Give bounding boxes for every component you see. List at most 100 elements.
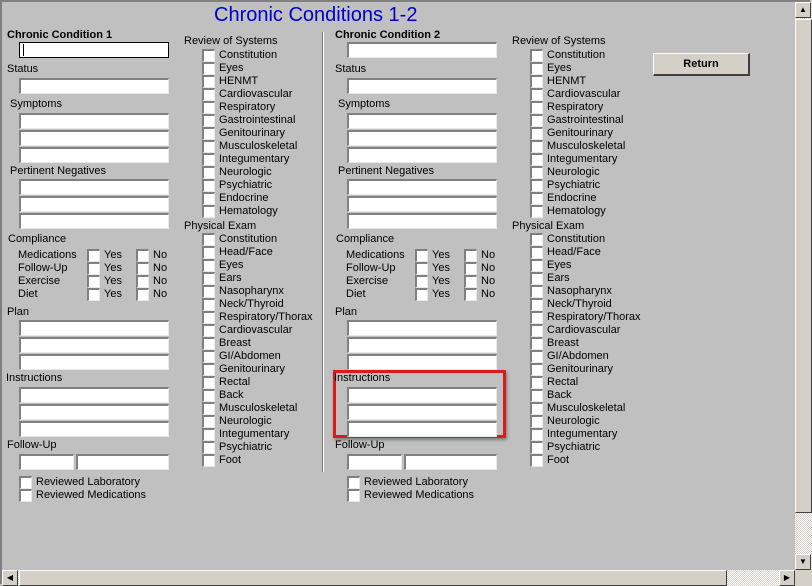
instructions-field-1[interactable]	[19, 387, 169, 403]
checkbox[interactable]	[202, 205, 215, 218]
symptoms-field-3[interactable]	[19, 147, 169, 163]
checkbox[interactable]	[202, 441, 215, 454]
checkbox[interactable]	[530, 441, 543, 454]
follow-up-field-2[interactable]	[76, 454, 169, 470]
checkbox[interactable]	[530, 192, 543, 205]
checkbox[interactable]	[87, 275, 100, 288]
horizontal-scroll-thumb[interactable]	[19, 570, 727, 586]
checkbox[interactable]	[202, 75, 215, 88]
pertinent-negatives-field-3[interactable]	[347, 213, 497, 229]
checkbox[interactable]	[202, 337, 215, 350]
vertical-scroll-thumb[interactable]	[795, 19, 812, 513]
checkbox[interactable]	[202, 259, 215, 272]
condition-name-field[interactable]	[347, 42, 497, 58]
checkbox[interactable]	[530, 127, 543, 140]
checkbox[interactable]	[530, 363, 543, 376]
checkbox[interactable]	[530, 454, 543, 467]
checkbox[interactable]	[202, 62, 215, 75]
checkbox[interactable]	[530, 402, 543, 415]
scroll-left-button[interactable]: ◀	[2, 570, 18, 586]
checkbox[interactable]	[415, 288, 428, 301]
symptoms-field-3[interactable]	[347, 147, 497, 163]
checkbox[interactable]	[530, 337, 543, 350]
plan-field-3[interactable]	[19, 354, 169, 370]
checkbox[interactable]	[415, 262, 428, 275]
scroll-down-button[interactable]: ▼	[795, 554, 811, 570]
checkbox[interactable]	[202, 49, 215, 62]
checkbox[interactable]	[202, 389, 215, 402]
checkbox[interactable]	[530, 75, 543, 88]
vertical-scrollbar[interactable]: ▲ ▼	[795, 2, 812, 570]
checkbox[interactable]	[530, 114, 543, 127]
checkbox[interactable]	[530, 166, 543, 179]
scroll-up-button[interactable]: ▲	[795, 2, 811, 18]
plan-field-3[interactable]	[347, 354, 497, 370]
checkbox[interactable]	[464, 288, 477, 301]
symptoms-field-2[interactable]	[19, 130, 169, 146]
checkbox[interactable]	[202, 233, 215, 246]
return-button[interactable]: Return	[653, 53, 750, 76]
checkbox[interactable]	[136, 262, 149, 275]
checkbox[interactable]	[202, 363, 215, 376]
scroll-right-button[interactable]: ▶	[779, 570, 795, 586]
symptoms-field-2[interactable]	[347, 130, 497, 146]
checkbox[interactable]	[202, 311, 215, 324]
checkbox[interactable]	[530, 205, 543, 218]
checkbox[interactable]	[202, 140, 215, 153]
checkbox[interactable]	[530, 389, 543, 402]
checkbox[interactable]	[19, 489, 32, 502]
checkbox[interactable]	[202, 324, 215, 337]
checkbox[interactable]	[202, 114, 215, 127]
checkbox[interactable]	[202, 153, 215, 166]
checkbox[interactable]	[136, 249, 149, 262]
pertinent-negatives-field-1[interactable]	[19, 179, 169, 195]
checkbox[interactable]	[530, 246, 543, 259]
checkbox[interactable]	[202, 127, 215, 140]
checkbox[interactable]	[530, 376, 543, 389]
instructions-field-2[interactable]	[347, 404, 497, 420]
checkbox[interactable]	[530, 62, 543, 75]
checkbox[interactable]	[530, 285, 543, 298]
checkbox[interactable]	[202, 166, 215, 179]
checkbox[interactable]	[415, 275, 428, 288]
follow-up-field-2[interactable]	[404, 454, 497, 470]
checkbox[interactable]	[530, 428, 543, 441]
checkbox[interactable]	[347, 489, 360, 502]
checkbox[interactable]	[136, 275, 149, 288]
checkbox[interactable]	[464, 275, 477, 288]
pertinent-negatives-field-3[interactable]	[19, 213, 169, 229]
checkbox[interactable]	[347, 476, 360, 489]
checkbox[interactable]	[202, 298, 215, 311]
checkbox[interactable]	[202, 179, 215, 192]
checkbox[interactable]	[530, 259, 543, 272]
instructions-field-1[interactable]	[347, 387, 497, 403]
pertinent-negatives-field-2[interactable]	[347, 196, 497, 212]
plan-field-2[interactable]	[19, 337, 169, 353]
checkbox[interactable]	[202, 192, 215, 205]
checkbox[interactable]	[87, 288, 100, 301]
pertinent-negatives-field-2[interactable]	[19, 196, 169, 212]
checkbox[interactable]	[87, 249, 100, 262]
checkbox[interactable]	[530, 272, 543, 285]
checkbox[interactable]	[87, 262, 100, 275]
checkbox[interactable]	[530, 311, 543, 324]
checkbox[interactable]	[202, 285, 215, 298]
checkbox[interactable]	[530, 49, 543, 62]
checkbox[interactable]	[19, 476, 32, 489]
instructions-field-3[interactable]	[19, 421, 169, 437]
checkbox[interactable]	[415, 249, 428, 262]
checkbox[interactable]	[202, 454, 215, 467]
checkbox[interactable]	[530, 298, 543, 311]
follow-up-field-1[interactable]	[347, 454, 402, 470]
checkbox[interactable]	[530, 350, 543, 363]
checkbox[interactable]	[530, 415, 543, 428]
instructions-field-3[interactable]	[347, 421, 497, 437]
checkbox[interactable]	[202, 350, 215, 363]
pertinent-negatives-field-1[interactable]	[347, 179, 497, 195]
checkbox[interactable]	[464, 262, 477, 275]
checkbox[interactable]	[202, 246, 215, 259]
symptoms-field-1[interactable]	[19, 113, 169, 129]
checkbox[interactable]	[530, 324, 543, 337]
checkbox[interactable]	[202, 402, 215, 415]
symptoms-field-1[interactable]	[347, 113, 497, 129]
